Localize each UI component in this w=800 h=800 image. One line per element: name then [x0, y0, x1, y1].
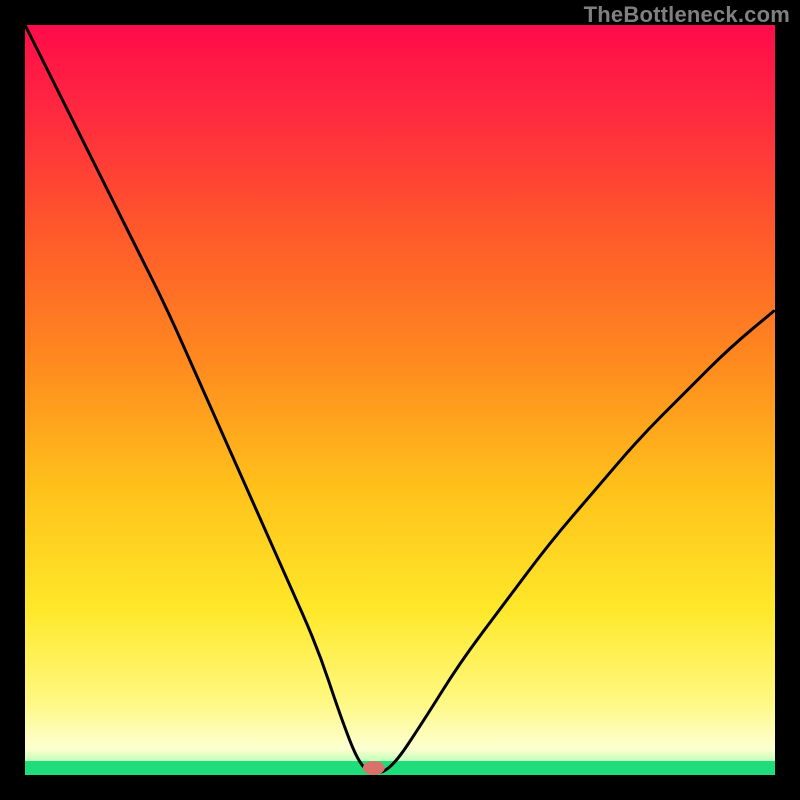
- bottleneck-chart: [0, 0, 800, 800]
- green-baseline-stripe: [25, 761, 775, 775]
- optimal-point-marker: [363, 761, 385, 775]
- gradient-background: [25, 25, 775, 775]
- chart-frame: TheBottleneck.com: [0, 0, 800, 800]
